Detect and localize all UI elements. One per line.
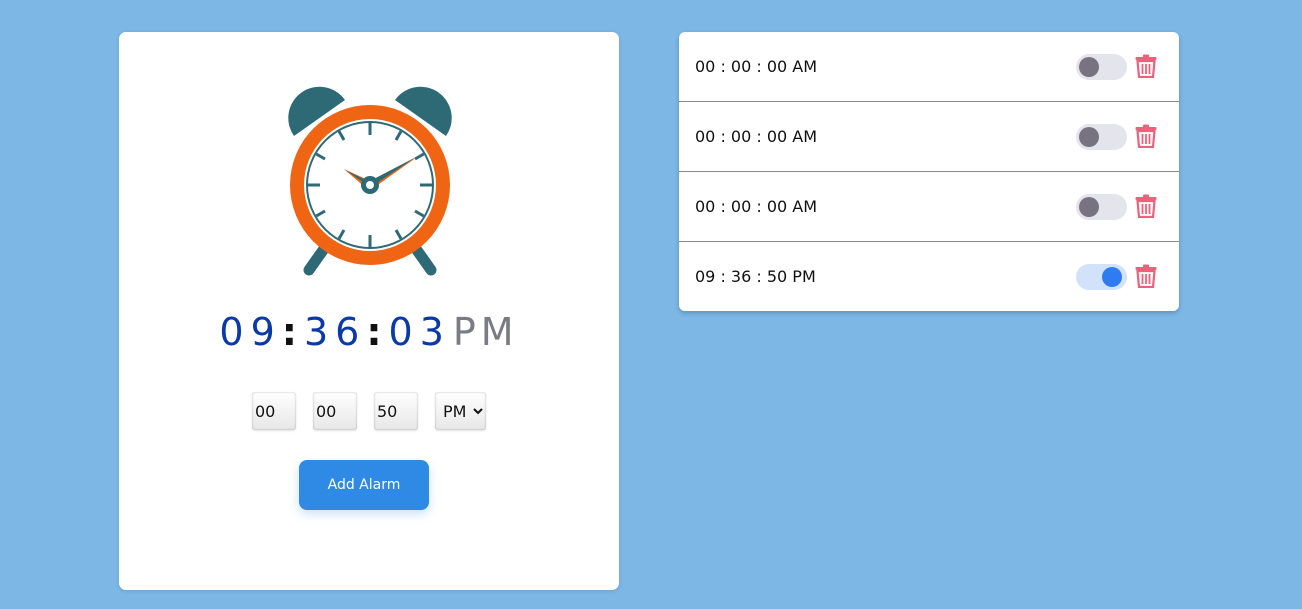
alarm-time: 00 : 00 : 00 AM: [695, 197, 818, 216]
clock-card: 09 : 36 : 03 PM AM PM Add Alarm: [119, 32, 619, 590]
alarm-toggle[interactable]: [1076, 194, 1127, 220]
clock-separator: :: [281, 310, 304, 354]
alarm-item: 00 : 00 : 00 AM: [679, 102, 1179, 172]
second-input[interactable]: [374, 392, 418, 430]
clock-minutes: 36: [303, 310, 367, 354]
add-alarm-button[interactable]: Add Alarm: [299, 460, 429, 510]
alarm-clock-icon: [288, 86, 452, 276]
alarm-time-form: AM PM: [252, 392, 486, 430]
trash-icon[interactable]: [1135, 194, 1157, 218]
hour-input[interactable]: [252, 392, 296, 430]
minute-input[interactable]: [313, 392, 357, 430]
alarm-time: 00 : 00 : 00 AM: [695, 57, 818, 76]
clock-hours: 09: [219, 310, 282, 354]
alarm-toggle[interactable]: [1076, 124, 1127, 150]
toggle-knob: [1102, 267, 1122, 287]
clock-seconds: 03: [388, 310, 451, 354]
alarm-toggle[interactable]: [1076, 264, 1127, 290]
digital-clock: 09 : 36 : 03 PM: [119, 306, 619, 358]
trash-icon[interactable]: [1135, 124, 1157, 148]
trash-icon[interactable]: [1135, 54, 1157, 78]
clock-separator: :: [366, 310, 389, 354]
alarm-item: 00 : 00 : 00 AM: [679, 32, 1179, 102]
toggle-knob: [1079, 197, 1099, 217]
toggle-knob: [1079, 127, 1099, 147]
clock-ampm: PM: [452, 310, 519, 354]
alarm-toggle[interactable]: [1076, 54, 1127, 80]
alarm-item: 00 : 00 : 00 AM: [679, 172, 1179, 242]
alarm-time: 09 : 36 : 50 PM: [695, 267, 816, 286]
alarm-time: 00 : 00 : 00 AM: [695, 127, 818, 146]
trash-icon[interactable]: [1135, 264, 1157, 288]
alarm-item: 09 : 36 : 50 PM: [679, 242, 1179, 311]
alarm-list: 00 : 00 : 00 AM 00 : 00 : 00 AM 00 : 00 …: [679, 32, 1179, 311]
toggle-knob: [1079, 57, 1099, 77]
ampm-select[interactable]: AM PM: [435, 392, 486, 430]
